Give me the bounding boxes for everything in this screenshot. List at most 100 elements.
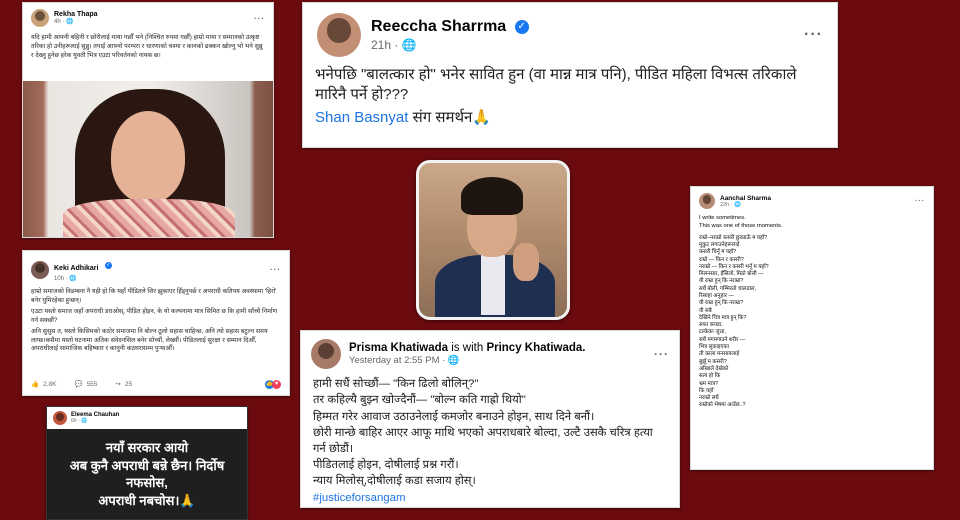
more-options-icon[interactable]: ··· — [654, 347, 669, 361]
intro-line: This was one of those moments. — [699, 222, 783, 229]
more-options-icon[interactable]: ··· — [915, 198, 925, 205]
poem-line: कसरी चिनूँ म यहाँ? — [699, 249, 737, 256]
post-actions: 👍 2.8K 💬 555 ↪ 25 👍 ♥ — [31, 377, 281, 391]
comment-count: 555 — [86, 380, 98, 388]
poem-line: आँखाले देखेको — [699, 365, 729, 372]
verified-badge-icon: ✓ — [514, 19, 529, 34]
with-text: is with — [451, 342, 484, 354]
post-line: हामी सधैं सोच्छौं— "किन ढिलो बोलिन्?" — [313, 378, 479, 390]
photo-hand — [513, 243, 539, 281]
post-paragraph: हाम्रो समाजको विडम्बना नै यही हो कि यहाँ… — [31, 288, 277, 304]
post-line: न्याय मिलोस्,दोषीलाई कडा सजाय होस्। — [313, 475, 476, 488]
post-line: छोरी मान्छे बाहिर आएर आफू माथि भएको अपरा… — [313, 427, 653, 455]
post-line: पीडितलाई होइन, दोषीलाई प्रश्न गरौं। — [313, 458, 459, 471]
photo-face — [111, 111, 185, 203]
post-keki-adhikari: Keki Adhikari ✓ 10h · 🌐 ··· हाम्रो समाजक… — [22, 250, 290, 396]
like-icon: 👍 — [31, 381, 40, 388]
post-eleema-chauhan: Eleema Chauhan 6h · 🌐 नयाँ सरकार आयो अब … — [46, 406, 248, 520]
poem-text: राम्रो–नराम्रो कसरी छुट्याऊँ म यहाँ? मुक… — [691, 235, 933, 410]
post-paragraph: अनि सुसुस त, यस्तो किसिमको कठोर समाजमा न… — [31, 328, 268, 352]
post-header: Keki Adhikari ✓ 10h · 🌐 ··· — [23, 251, 289, 284]
poem-line: राम्रोको भेषमा आउँछ..? — [699, 402, 746, 409]
photo-dress — [63, 199, 235, 237]
author-name[interactable]: Keki Adhikari — [54, 265, 98, 272]
more-options-icon[interactable]: ··· — [804, 26, 823, 44]
poem-line: सधैं बोली, गम्भिरतो चालढाल, — [699, 285, 757, 292]
like-count: 2.8K — [43, 380, 57, 388]
poem-line: यी सबै — [699, 307, 712, 314]
post-header: Reeccha Sharrma ✓ 21h · 🌐 ··· — [303, 3, 837, 61]
author-name[interactable]: Reeccha Sharrma — [371, 18, 506, 35]
support-text: संग समर्थन🙏 — [412, 108, 492, 126]
hashtag-link[interactable]: #justiceforsangam — [313, 491, 667, 506]
photo-shirt — [481, 255, 505, 315]
post-text: भनेपछि "बालत्कार हो" भनेर सावित हुन (वा … — [315, 66, 797, 104]
post-line: नफसोस, — [126, 475, 168, 491]
avatar[interactable] — [31, 9, 49, 27]
post-paragraph: एउटा यस्तो समाज जहाँ अपराधी डराओस्, पीडि… — [31, 308, 278, 324]
post-line: नयाँ सरकार आयो — [105, 440, 189, 455]
poem-line: टल्केका जुत्ता, — [699, 329, 726, 336]
post-text: हामी सधैं सोच्छौं— "किन ढिलो बोलिन्?" तर… — [301, 371, 679, 507]
post-text-container: भनेपछि "बालत्कार हो" भनेर सावित हुन (वा … — [303, 61, 837, 132]
avatar[interactable] — [31, 260, 49, 279]
post-time[interactable]: 21h · 🌐 — [371, 38, 529, 52]
mention-link[interactable]: Shan Basnyat — [315, 109, 408, 126]
post-time[interactable]: Yesterday at 2:55 PM · 🌐 — [349, 355, 586, 366]
love-reaction-icon: ♥ — [272, 379, 281, 389]
post-header: Eleema Chauhan 6h · 🌐 — [47, 407, 247, 429]
reaction-icons[interactable]: 👍 ♥ — [265, 379, 281, 389]
post-prisma-khatiwada: Prisma Khatiwada is with Princy Khatiwad… — [300, 330, 680, 508]
poem-line: कि यहाँ — [699, 387, 714, 394]
post-rekha-thapa: Rekha Thapa 4h · 🌐 ··· यदि हामी आफ्नी बह… — [22, 2, 274, 238]
post-line: तर कहिल्यै बुझ्न खोज्दैनौं— "बोल्न कति ग… — [313, 394, 526, 407]
comment-icon: 💬 — [74, 381, 83, 388]
poem-line: सफा कपडा, — [699, 322, 723, 329]
post-text: नयाँ सरकार आयो अब कुनै अपराधी बन्ने छैन।… — [47, 429, 247, 519]
verified-badge-icon: ✓ — [104, 262, 112, 270]
poem-line: राम्रो–नराम्रो कसरी छुट्याऊँ म यहाँ? — [699, 234, 768, 241]
post-header: Prisma Khatiwada is with Princy Khatiwad… — [301, 331, 679, 371]
center-photo — [416, 160, 570, 320]
post-header: Aanchal Sharma 22h · 🌐 ··· — [691, 187, 933, 211]
post-time[interactable]: 22h · 🌐 — [720, 202, 771, 208]
post-text: हाम्रो समाजको विडम्बना नै यही हो कि यहाँ… — [23, 284, 289, 354]
like-button[interactable]: 👍 2.8K — [31, 380, 60, 389]
avatar[interactable] — [317, 13, 361, 57]
author-name[interactable]: Aanchal Sharma — [720, 195, 771, 202]
more-options-icon[interactable]: ··· — [254, 14, 265, 23]
post-time[interactable]: 6h · 🌐 — [71, 418, 119, 424]
post-intro: I write sometimes. This was one of those… — [691, 211, 933, 235]
comment-button[interactable]: 💬 555 — [74, 380, 101, 389]
poem-line: राम्रो — किन र कसरी? — [699, 256, 744, 263]
poem-line: यी राम्रा हुन् कि नराम्रा? — [699, 300, 744, 307]
author-name[interactable]: Prisma Khatiwada — [349, 342, 448, 354]
share-count: 25 — [124, 380, 133, 388]
post-reeccha-sharrma: Reeccha Sharrma ✓ 21h · 🌐 ··· भनेपछि "बा… — [302, 2, 838, 148]
post-line: अपराधी नबचोस।🙏 — [98, 492, 196, 508]
avatar[interactable] — [699, 193, 715, 209]
tagged-name[interactable]: Princy Khatiwada. — [486, 342, 585, 354]
support-line: Shan Basnyat संग समर्थन🙏 — [315, 108, 825, 128]
poem-line: यी राम्रा हुन् कि नराम्रा? — [699, 278, 744, 285]
intro-line: I write sometimes. — [699, 215, 746, 221]
post-line: हिम्मत गरेर आवाज उठाउनेलाई कमजोर बनाउने … — [313, 410, 595, 423]
post-time[interactable]: 4h · 🌐 — [54, 18, 98, 25]
avatar[interactable] — [311, 339, 341, 369]
poem-line: बुझूँ म कसरी? — [699, 358, 727, 365]
post-aanchal-sharma: Aanchal Sharma 22h · 🌐 ··· I write somet… — [690, 186, 934, 470]
post-line: अब कुनै अपराधी बन्ने छैन। निर्दोष — [69, 457, 225, 473]
post-text: यदि हामी आफ्नी बहिनी र छोरीलाई माया गर्छ… — [31, 34, 263, 60]
share-icon: ↪ — [115, 381, 121, 388]
author-name[interactable]: Rekha Thapa — [54, 11, 98, 18]
poem-line: देखिने चित्र मात्र हुन् कि? — [699, 314, 747, 321]
author-line: Prisma Khatiwada is with Princy Khatiwad… — [349, 342, 586, 354]
post-time[interactable]: 10h · 🌐 — [54, 275, 112, 282]
poem-line: सत्य हो कि — [699, 373, 721, 380]
poem-line: नराम्रो — किन र कसरी भनूँ म यहाँ? — [699, 263, 769, 270]
poem-line: सधैं मगमगाउने शरीर — — [699, 336, 746, 343]
post-photo[interactable] — [23, 81, 273, 237]
share-button[interactable]: ↪ 25 — [115, 380, 136, 389]
avatar[interactable] — [53, 411, 67, 425]
more-options-icon[interactable]: ··· — [270, 265, 281, 274]
